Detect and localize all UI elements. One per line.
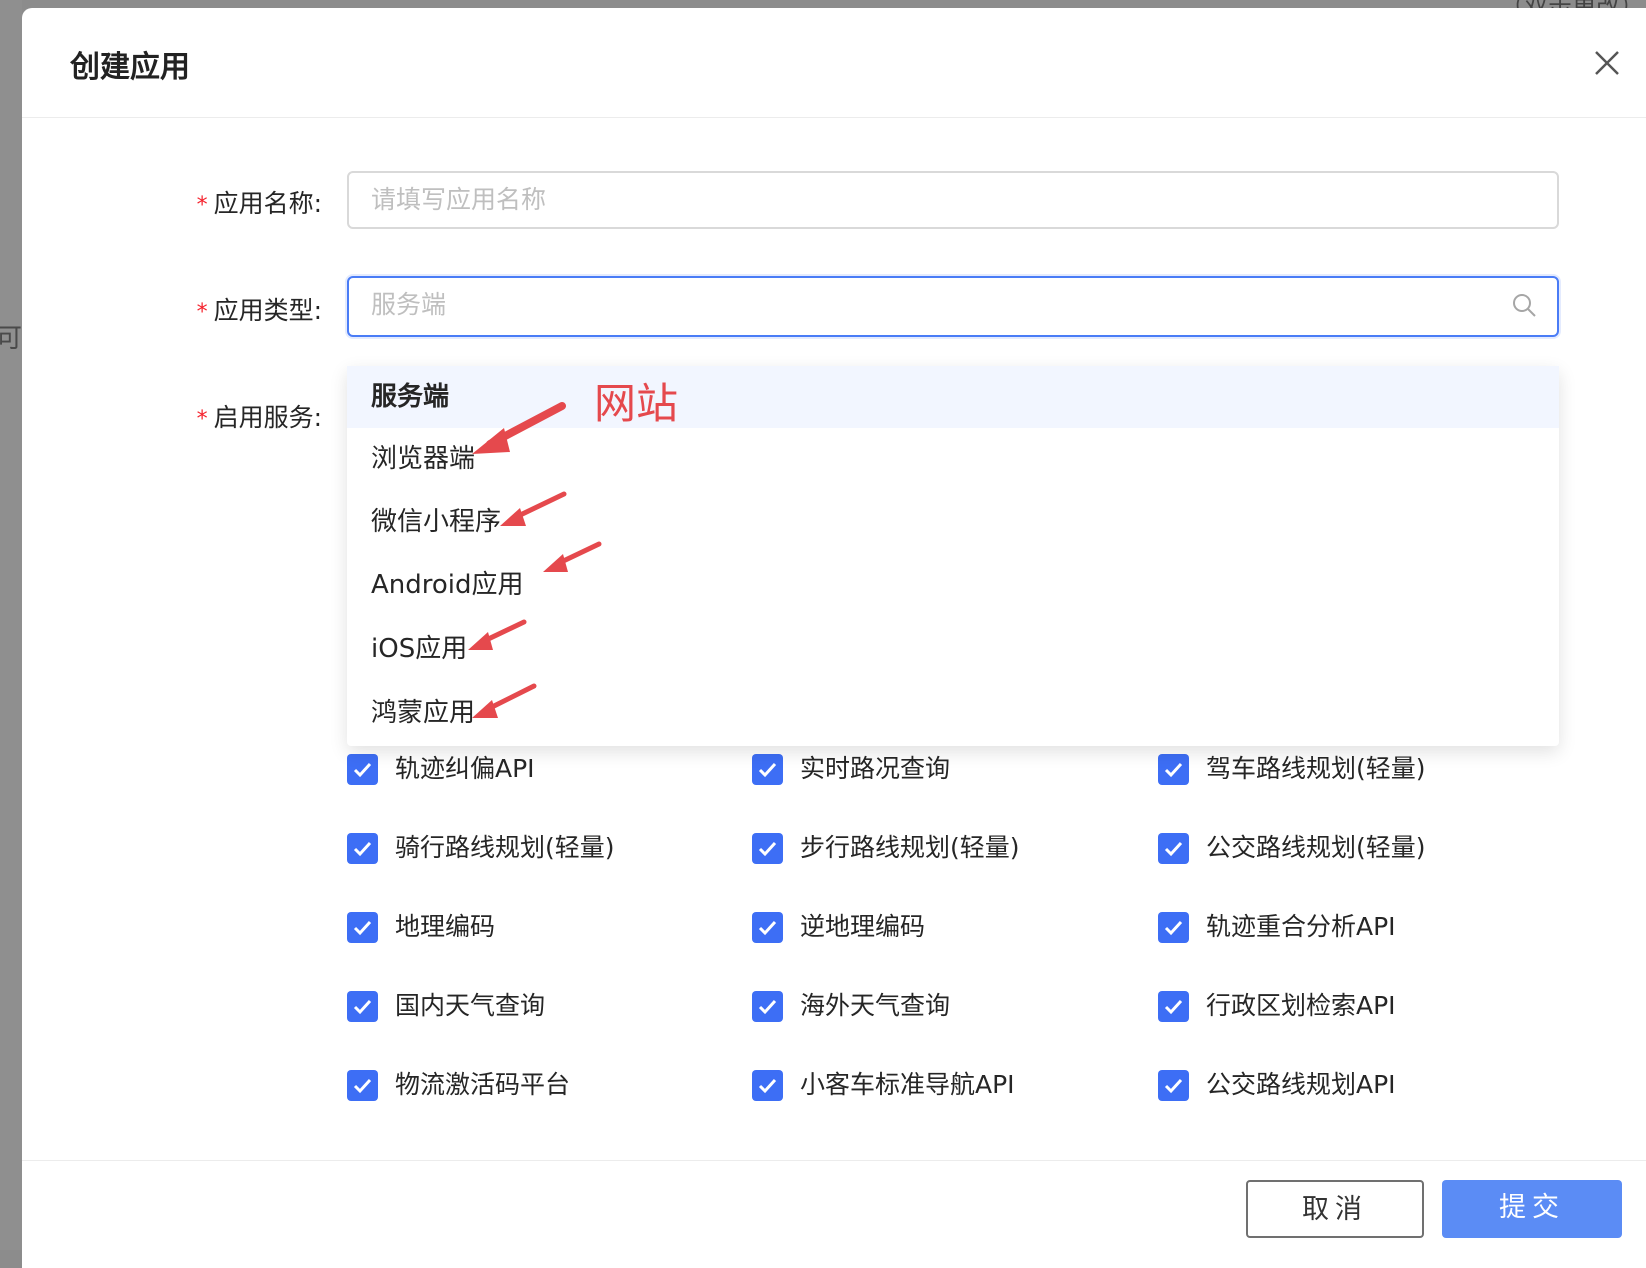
footer-divider	[22, 1160, 1646, 1161]
service-label: 公交路线规划API	[1206, 1070, 1396, 1099]
checkbox-checked-icon	[347, 833, 378, 864]
dropdown-option-android[interactable]: Android应用	[347, 554, 1559, 616]
checkbox-checked-icon	[752, 912, 783, 943]
service-label: 实时路况查询	[800, 754, 951, 783]
service-label: 海外天气查询	[800, 991, 951, 1020]
annotation-arrow-icon	[472, 402, 566, 454]
service-label: 逆地理编码	[800, 912, 926, 941]
service-label: 物流激活码平台	[395, 1070, 571, 1099]
required-mark: *	[196, 407, 208, 432]
close-icon[interactable]	[1592, 48, 1622, 78]
annotation-text: 网站	[594, 379, 679, 428]
checkbox-checked-icon	[752, 991, 783, 1022]
checkbox-checked-icon	[1158, 991, 1189, 1022]
cancel-button[interactable]: 取消	[1246, 1180, 1424, 1238]
service-label: 驾车路线规划(轻量)	[1206, 754, 1426, 783]
checkbox-checked-icon	[347, 912, 378, 943]
background-overlay	[0, 0, 22, 1250]
app-name-label: * 应用名称:	[196, 189, 322, 218]
app-type-select[interactable]: 服务端	[347, 276, 1559, 337]
services-label: * 启用服务:	[196, 403, 322, 432]
checkbox-checked-icon	[347, 754, 378, 785]
service-label: 步行路线规划(轻量)	[800, 833, 1020, 862]
modal-title: 创建应用	[70, 50, 190, 85]
app-type-placeholder: 服务端	[371, 290, 447, 319]
service-label: 国内天气查询	[395, 991, 546, 1020]
checkbox-checked-icon	[1158, 912, 1189, 943]
modal-header: 创建应用	[22, 8, 1646, 118]
service-label: 轨迹重合分析API	[1206, 912, 1396, 941]
service-label: 公交路线规划(轻量)	[1206, 833, 1426, 862]
search-icon	[1513, 294, 1536, 317]
checkbox-checked-icon	[752, 754, 783, 785]
required-mark: *	[196, 300, 208, 325]
submit-button[interactable]: 提交	[1442, 1180, 1622, 1238]
annotation-arrow-icon	[500, 491, 567, 526]
checkbox-checked-icon	[347, 991, 378, 1022]
service-label: 轨迹纠偏API	[395, 754, 535, 783]
service-label: 小客车标准导航API	[800, 1070, 1015, 1099]
create-app-modal: 创建应用 * 应用名称: 请填写应用名称 * 应用类型: 服务端 * 启用服务: 轨迹…	[22, 8, 1646, 1268]
checkbox-checked-icon	[1158, 833, 1189, 864]
checkbox-checked-icon	[1158, 754, 1189, 785]
checkbox-checked-icon	[347, 1070, 378, 1101]
service-label: 骑行路线规划(轻量)	[395, 833, 615, 862]
service-label: 行政区划检索API	[1206, 991, 1396, 1020]
checkbox-checked-icon	[1158, 1070, 1189, 1101]
required-mark: *	[196, 193, 208, 218]
annotation-arrow-icon	[543, 541, 602, 572]
checkbox-checked-icon	[752, 1070, 783, 1101]
app-name-input[interactable]: 请填写应用名称	[347, 171, 1559, 229]
app-type-label: * 应用类型:	[196, 296, 322, 325]
annotation-arrow-icon	[468, 619, 527, 650]
annotation-arrow-icon	[472, 683, 537, 718]
checkbox-checked-icon	[752, 833, 783, 864]
service-label: 地理编码	[395, 912, 496, 941]
